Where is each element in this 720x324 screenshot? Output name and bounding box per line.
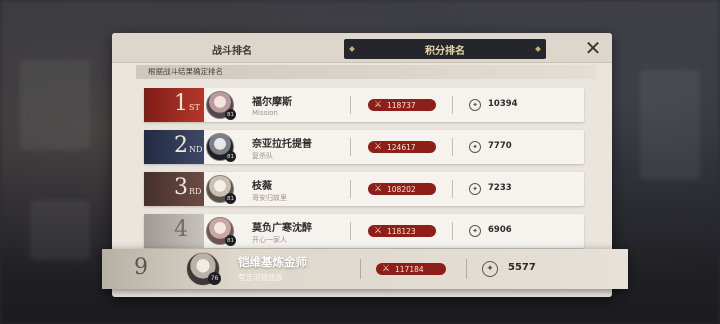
team-name: 开心一家人 (252, 236, 287, 244)
self-team-name: 莹吉诃德氏族 (238, 273, 283, 282)
self-ranking-row[interactable]: 9 76 铠维基炼金师 莹吉诃德氏族 ⚔ 117184 ✦ 5577 (102, 249, 628, 289)
tab-bar: 战斗排名 积分排名 ✕ (112, 33, 612, 63)
rank-number: 3 (174, 175, 188, 200)
self-player-name: 铠维基炼金师 (238, 255, 307, 269)
ranking-subtitle: 根据战斗结果确定排名 (136, 65, 596, 79)
divider (452, 222, 453, 240)
divider (350, 180, 351, 198)
ranking-row-1[interactable]: 1 ST 81 福尔摩斯 Mission ⚔ 118737 ✦ 10394 (144, 88, 584, 122)
score-medal-icon: ✦ (469, 183, 481, 195)
avatar-level: 81 (225, 151, 236, 162)
avatar-level: 81 (225, 109, 236, 120)
crossed-swords-icon: ⚔ (373, 226, 383, 236)
divider (350, 96, 351, 114)
ranking-row-4[interactable]: 4 81 莫负广寒沈醉 开心一家人 ⚔ 118123 ✦ 6906 (144, 214, 584, 248)
divider (350, 222, 351, 240)
crossed-swords-icon: ⚔ (373, 184, 383, 194)
score-value: 6906 (488, 225, 512, 235)
power-value: 108202 (387, 184, 416, 194)
power-value: 118737 (387, 100, 416, 110)
avatar[interactable]: 81 (206, 133, 236, 162)
rank-badge: 4 (144, 214, 204, 248)
rank-badge: 2 ND (144, 130, 204, 164)
rank-suffix: ST (189, 103, 200, 112)
score-value: 7770 (488, 141, 512, 151)
avatar-level: 76 (208, 272, 221, 285)
divider (452, 180, 453, 198)
power-pill: ⚔ 118737 (368, 99, 436, 111)
power-value: 117184 (395, 264, 424, 274)
score-value: 10394 (488, 99, 518, 109)
ranking-row-2[interactable]: 2 ND 81 奈亚拉托提普 复杀队 ⚔ 124617 ✦ 7770 (144, 130, 584, 164)
power-value: 124617 (387, 142, 416, 152)
score-medal-icon: ✦ (469, 99, 481, 111)
divider (466, 259, 467, 279)
score-value: 5577 (508, 262, 536, 273)
team-name: 哥安归故里 (252, 194, 287, 202)
avatar-level: 81 (225, 235, 236, 246)
rank-badge: 3 RD (144, 172, 204, 206)
crossed-swords-icon: ⚔ (381, 264, 391, 274)
rank-badge: 1 ST (144, 88, 204, 122)
player-name: 福尔摩斯 (252, 97, 292, 108)
rank-number: 2 (174, 133, 188, 158)
divider (452, 96, 453, 114)
ranking-row-3[interactable]: 3 RD 81 枝薇 哥安归故里 ⚔ 108202 ✦ 7233 (144, 172, 584, 206)
self-rank-number: 9 (134, 255, 148, 280)
player-name: 奈亚拉托提普 (252, 139, 312, 150)
team-name: 复杀队 (252, 152, 273, 160)
rank-number: 1 (174, 91, 188, 116)
divider (350, 138, 351, 156)
divider (452, 138, 453, 156)
avatar-level: 81 (225, 193, 236, 204)
self-avatar[interactable]: 76 (186, 252, 221, 286)
power-pill: ⚔ 108202 (368, 183, 436, 195)
rank-suffix: ND (189, 145, 203, 154)
avatar[interactable]: 81 (206, 91, 236, 120)
tab-score-ranking[interactable]: 积分排名 (344, 39, 546, 59)
avatar[interactable]: 81 (206, 175, 236, 204)
crossed-swords-icon: ⚔ (373, 142, 383, 152)
score-value: 7233 (488, 183, 512, 193)
score-medal-icon: ✦ (482, 261, 498, 277)
player-name: 莫负广寒沈醉 (252, 223, 312, 234)
power-pill: ⚔ 124617 (368, 141, 436, 153)
player-name: 枝薇 (252, 181, 272, 192)
score-medal-icon: ✦ (469, 141, 481, 153)
score-medal-icon: ✦ (469, 225, 481, 237)
team-name: Mission (252, 109, 278, 117)
rank-suffix: RD (189, 187, 202, 196)
avatar[interactable]: 81 (206, 217, 236, 246)
close-icon[interactable]: ✕ (582, 36, 604, 60)
divider (360, 259, 361, 279)
power-value: 118123 (387, 226, 416, 236)
rank-number: 4 (174, 217, 188, 242)
power-pill: ⚔ 118123 (368, 225, 436, 237)
tab-battle-ranking[interactable]: 战斗排名 (132, 39, 332, 59)
crossed-swords-icon: ⚔ (373, 100, 383, 110)
power-pill: ⚔ 117184 (376, 263, 446, 275)
